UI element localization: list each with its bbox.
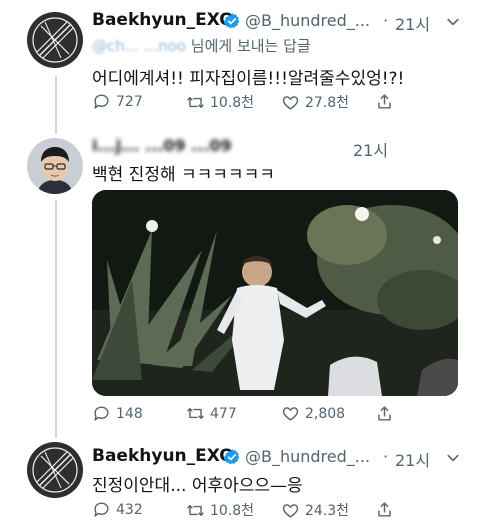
retweet-button[interactable]: 10.8천: [186, 500, 254, 520]
exo-logo-avatar: [27, 12, 83, 68]
retweet-icon: [187, 408, 204, 419]
video-still-image: [92, 190, 458, 396]
replying-to: @ch... ...noo 님에게 보내는 답글: [92, 35, 311, 56]
exo-logo-avatar: [27, 442, 83, 498]
user-photo-avatar: [27, 138, 83, 194]
thread-line: [55, 76, 57, 134]
timestamp[interactable]: 21시: [395, 447, 430, 471]
action-bar: 432 10.8천 24.3천: [92, 500, 458, 522]
share-icon: [378, 406, 391, 421]
like-count: 24.3천: [305, 503, 350, 519]
like-button[interactable]: 2,808: [281, 404, 345, 423]
separator: ·: [383, 11, 389, 30]
reply-icon: [94, 94, 109, 109]
retweet-icon: [187, 504, 204, 516]
like-count: 2,808: [305, 405, 346, 422]
timestamp[interactable]: 21시: [353, 137, 388, 161]
like-icon: [282, 407, 299, 421]
reply-count: 148: [116, 405, 143, 422]
action-bar: 148 477 2,808: [92, 404, 458, 426]
tweet-text: 진정이안대... 어후아으으—응: [92, 476, 303, 496]
retweet-count: 477: [210, 405, 237, 422]
share-button[interactable]: [375, 500, 394, 519]
reply-button[interactable]: 148: [92, 404, 143, 423]
reply-button[interactable]: 727: [92, 92, 143, 111]
chevron-down-icon[interactable]: [445, 450, 461, 466]
handle[interactable]: @B_hundred_...: [245, 11, 370, 30]
reply-count: 727: [116, 93, 143, 110]
share-icon: [378, 94, 391, 109]
avatar[interactable]: [27, 442, 83, 498]
reply-count: 432: [116, 501, 143, 518]
media-image[interactable]: [92, 190, 458, 396]
like-count: 27.8천: [305, 95, 350, 111]
retweet-count: 10.8천: [210, 503, 255, 519]
verified-badge-icon: [223, 449, 240, 465]
retweet-button[interactable]: 10.8천: [186, 92, 254, 112]
avatar[interactable]: [27, 138, 83, 194]
retweet-count: 10.8천: [210, 95, 255, 111]
like-button[interactable]: 24.3천: [281, 500, 349, 520]
handle[interactable]: @B_hundred_...: [245, 447, 370, 466]
share-button[interactable]: [375, 92, 394, 111]
thread-line: [55, 200, 57, 438]
like-button[interactable]: 27.8천: [281, 92, 349, 112]
share-icon: [378, 502, 391, 517]
timestamp[interactable]: 21시: [395, 11, 430, 35]
share-button[interactable]: [375, 404, 394, 423]
action-bar: 727 10.8천 27.8천: [92, 92, 458, 114]
like-icon: [282, 95, 299, 110]
reply-icon: [94, 406, 109, 421]
retweet-icon: [187, 96, 204, 108]
separator: ·: [383, 447, 389, 466]
replying-mention[interactable]: @ch... ...noo: [92, 37, 186, 55]
display-name[interactable]: i...j... ...09 ...09: [92, 136, 232, 155]
reply-button[interactable]: 432: [92, 500, 143, 519]
retweet-button[interactable]: 477: [186, 404, 237, 423]
reply-icon: [94, 502, 109, 517]
verified-badge-icon: [223, 13, 240, 29]
display-name[interactable]: Baekhyun_EXO: [92, 446, 234, 466]
like-icon: [282, 503, 299, 518]
replying-suffix: 님에게 보내는 답글: [190, 37, 311, 55]
display-name[interactable]: Baekhyun_EXO: [92, 10, 234, 30]
avatar[interactable]: [27, 12, 83, 68]
tweet-text: 백현 진정해 ㅋㅋㅋㅋㅋㅋ: [92, 165, 275, 185]
tweet-text: 어디에계셔!! 피자집이름!!!알려줄수있엉!?!: [92, 69, 405, 89]
chevron-down-icon[interactable]: [445, 14, 461, 30]
